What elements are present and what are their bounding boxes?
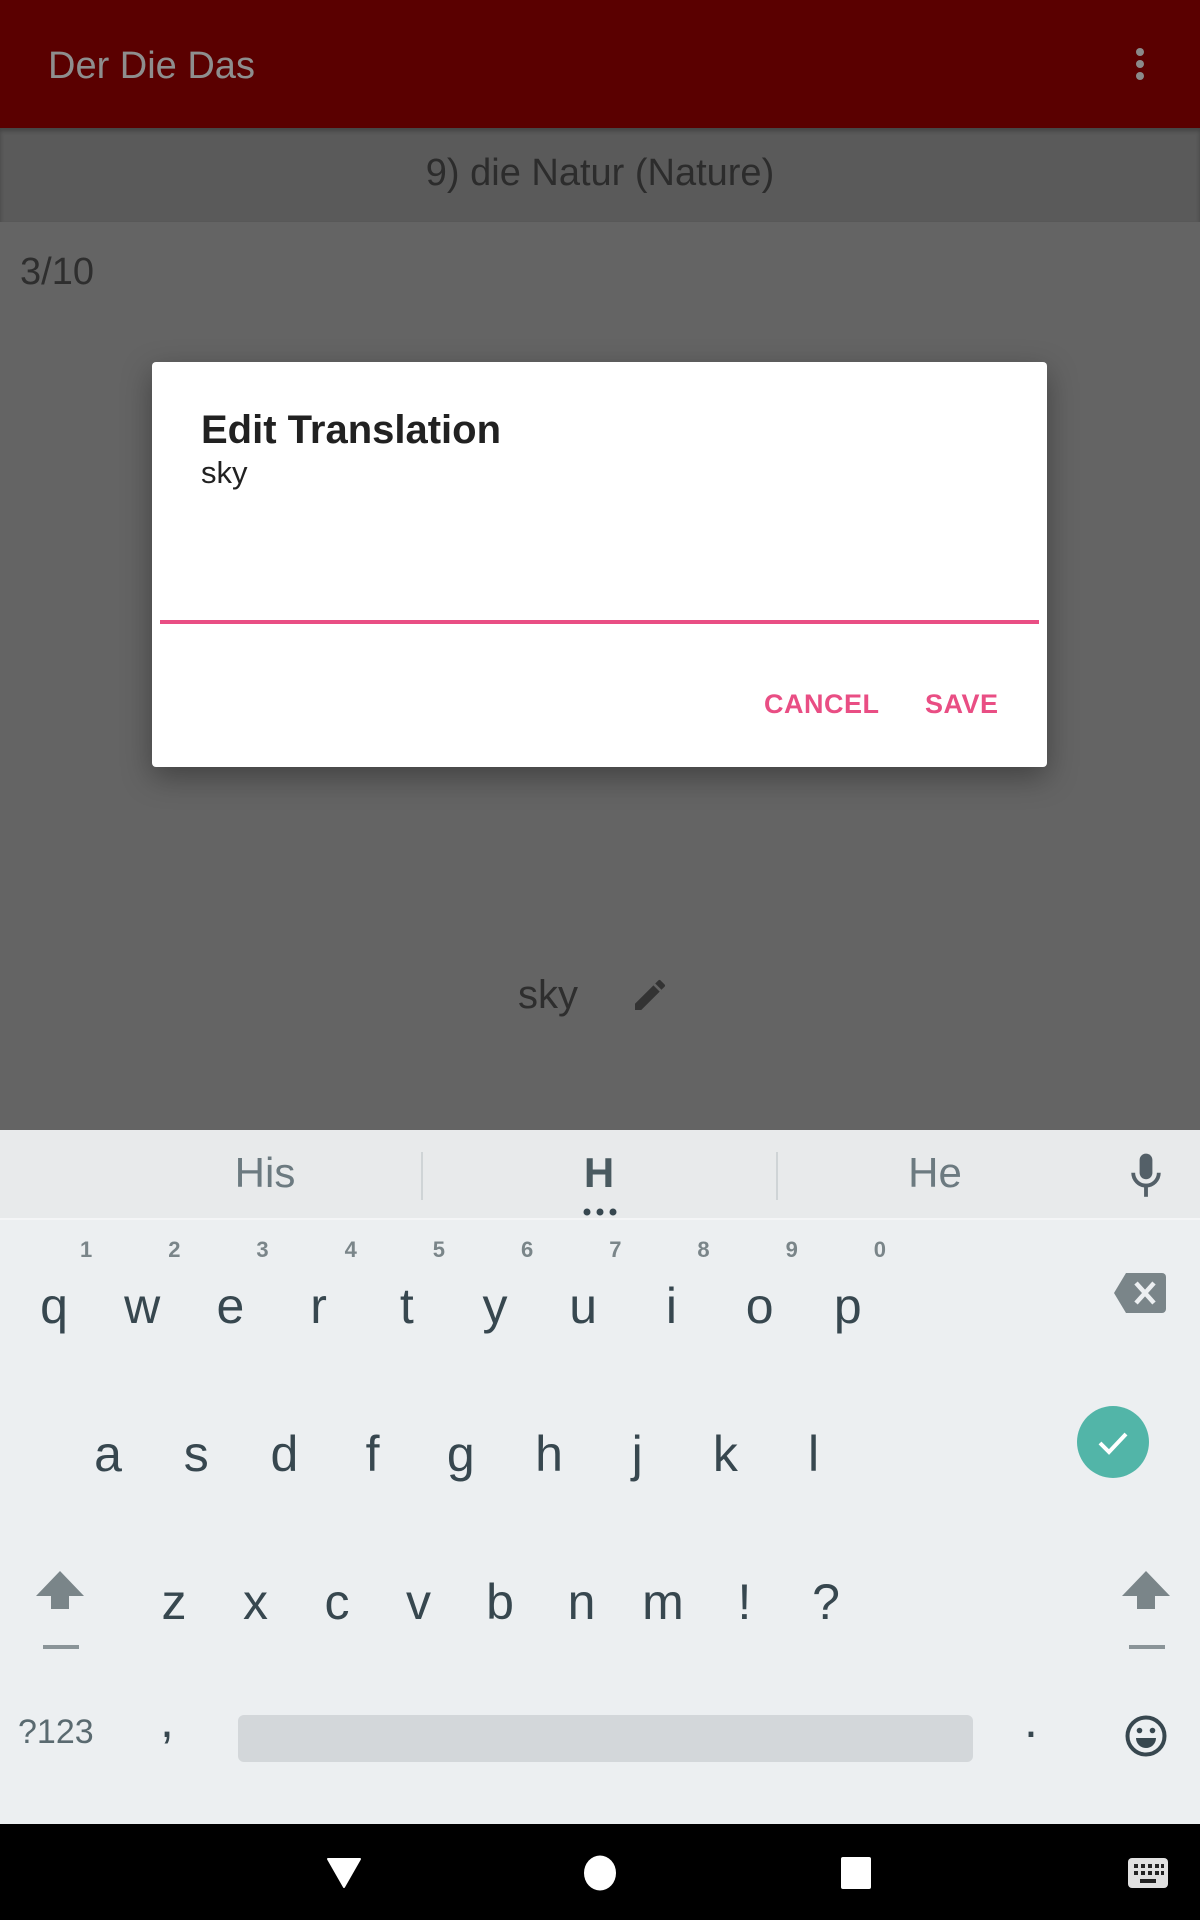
key-hint-4: 4 xyxy=(344,1237,357,1262)
dialog-message: sky xyxy=(201,455,248,490)
shift-left-icon[interactable] xyxy=(34,1570,86,1650)
recents-icon[interactable] xyxy=(841,1857,871,1889)
key-hint-9: 9 xyxy=(785,1237,798,1262)
soft-keyboard: His H He q1w2e3r4t5y6u7i8o9p0 asdfghjkl … xyxy=(0,1130,1200,1824)
check-icon xyxy=(1098,1432,1128,1455)
home-icon[interactable] xyxy=(583,1855,617,1891)
app-title: Der Die Das xyxy=(48,45,255,87)
translation-input[interactable] xyxy=(160,528,1039,624)
key-hint-3: 3 xyxy=(256,1237,269,1262)
word-translation: sky xyxy=(518,973,578,1017)
suggestion[interactable]: He xyxy=(780,1148,1090,1198)
enter-key[interactable] xyxy=(1077,1406,1149,1478)
dialog-title: Edit Translation xyxy=(201,408,502,452)
progress-counter: 3/10 xyxy=(20,251,94,293)
save-button[interactable]: SAVE xyxy=(925,686,999,722)
shift-right-icon[interactable] xyxy=(1120,1570,1172,1650)
cancel-button[interactable]: CANCEL xyxy=(764,686,880,722)
key-hint-7: 7 xyxy=(609,1237,622,1262)
suggestion-strip: His H He xyxy=(0,1130,1200,1220)
key-hint-2: 2 xyxy=(168,1237,181,1262)
more-suggestions-icon[interactable] xyxy=(582,1208,618,1216)
system-nav-bar xyxy=(0,1824,1200,1920)
space-bar[interactable] xyxy=(238,1715,973,1762)
key-question[interactable]: ? xyxy=(772,1572,880,1632)
period-key[interactable]: . xyxy=(1024,1690,1038,1750)
key-hint-5: 5 xyxy=(432,1237,446,1262)
suggestion-primary[interactable]: H xyxy=(430,1148,768,1198)
suggestion-divider xyxy=(776,1152,778,1200)
key-hint-6: 6 xyxy=(521,1237,534,1262)
suggestion-divider xyxy=(421,1152,423,1200)
edit-translation-dialog: Edit Translation sky CANCEL SAVE xyxy=(152,362,1047,767)
mic-icon[interactable] xyxy=(1126,1152,1166,1200)
back-icon[interactable] xyxy=(326,1857,362,1889)
emoji-icon[interactable] xyxy=(1124,1714,1168,1758)
key-hint-8: 8 xyxy=(697,1237,710,1262)
app-bar: Der Die Das xyxy=(0,0,1200,128)
keyboard-switch-icon[interactable] xyxy=(1128,1858,1168,1888)
symbols-key[interactable]: ?123 xyxy=(18,1710,94,1754)
key-hint-0: 0 xyxy=(873,1237,887,1262)
topic-title: 9) die Natur (Nature) xyxy=(425,152,775,194)
suggestion[interactable]: His xyxy=(100,1148,430,1198)
backspace-icon[interactable] xyxy=(1114,1273,1166,1313)
pencil-icon[interactable] xyxy=(630,975,670,1015)
key-l[interactable]: l xyxy=(760,1424,868,1484)
more-vert-icon[interactable] xyxy=(1120,40,1160,88)
comma-key[interactable]: , xyxy=(160,1690,174,1750)
key-hint-1: 1 xyxy=(80,1237,93,1262)
key-p[interactable]: p xyxy=(794,1276,902,1336)
